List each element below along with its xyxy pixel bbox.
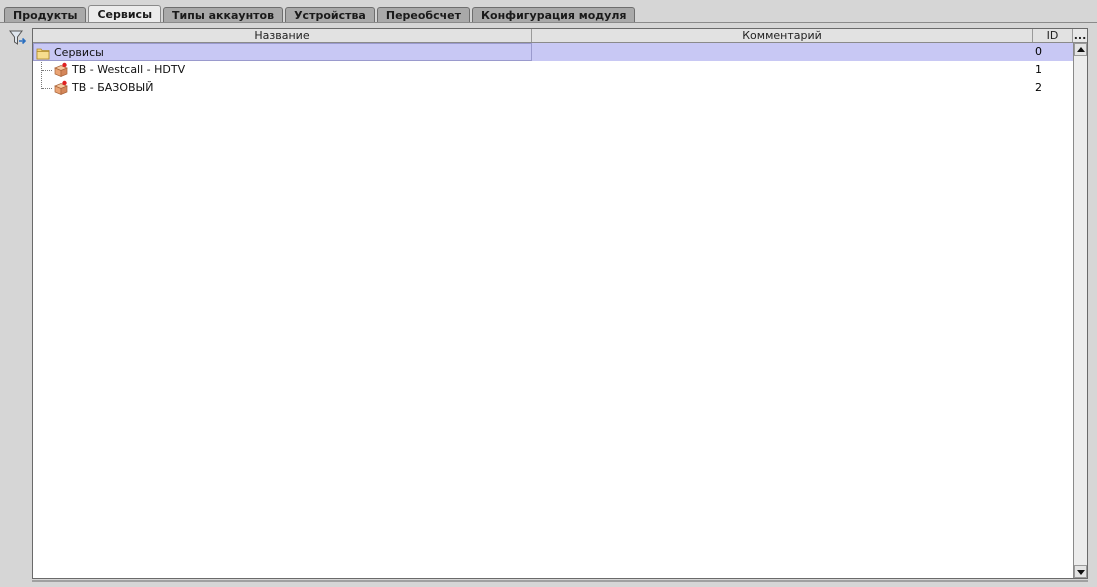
column-header-name[interactable]: Название (33, 29, 532, 42)
row-name: Сервисы (54, 46, 104, 59)
name-cell: ТВ - Westcall - HDTV (33, 61, 532, 79)
folder-icon (36, 48, 50, 60)
name-cell: Сервисы (33, 43, 532, 61)
table-row[interactable]: Сервисы 0 (33, 43, 1073, 61)
row-id: 2 (1035, 81, 1042, 94)
column-header-comment[interactable]: Комментарий (532, 29, 1033, 42)
tab-recalculation[interactable]: Переобсчет (376, 7, 471, 23)
services-window: Продукты Сервисы Типы аккаунтов Устройст… (0, 0, 1097, 587)
tab-bar: Продукты Сервисы Типы аккаунтов Устройст… (4, 4, 637, 23)
row-id: 1 (1035, 63, 1042, 76)
scroll-up-button[interactable] (1074, 43, 1087, 56)
filter-icon[interactable] (9, 30, 27, 48)
vertical-scrollbar[interactable] (1073, 43, 1087, 578)
table-row[interactable]: ТВ - БАЗОВЫЙ 2 (33, 79, 1073, 97)
tab-devices[interactable]: Устройства (285, 7, 375, 23)
tab-divider (0, 22, 1097, 23)
arrow-up-icon (1077, 47, 1085, 52)
row-name: ТВ - Westcall - HDTV (72, 63, 186, 76)
service-box-icon (54, 80, 68, 96)
services-tree-table: Название Комментарий ID ... Сервисы 0 ТВ… (32, 28, 1088, 579)
scroll-down-button[interactable] (1074, 565, 1087, 578)
arrow-down-icon (1077, 570, 1085, 575)
column-header-id[interactable]: ID (1033, 29, 1073, 42)
bottom-divider (32, 580, 1088, 582)
service-box-icon (54, 62, 68, 78)
tab-account-types[interactable]: Типы аккаунтов (163, 7, 284, 23)
tab-module-configuration[interactable]: Конфигурация модуля (472, 7, 636, 23)
row-name: ТВ - БАЗОВЫЙ (72, 81, 154, 94)
row-id: 0 (1035, 45, 1042, 58)
name-cell: ТВ - БАЗОВЫЙ (33, 79, 532, 97)
table-header: Название Комментарий ID ... (33, 29, 1087, 43)
table-body: Сервисы 0 ТВ - Westcall - HDTV 1 ТВ - БА… (33, 43, 1073, 97)
tab-products[interactable]: Продукты (4, 7, 87, 23)
table-row[interactable]: ТВ - Westcall - HDTV 1 (33, 61, 1073, 79)
left-toolbar (4, 26, 28, 580)
tab-services[interactable]: Сервисы (88, 5, 162, 23)
column-options-button[interactable]: ... (1073, 29, 1087, 42)
